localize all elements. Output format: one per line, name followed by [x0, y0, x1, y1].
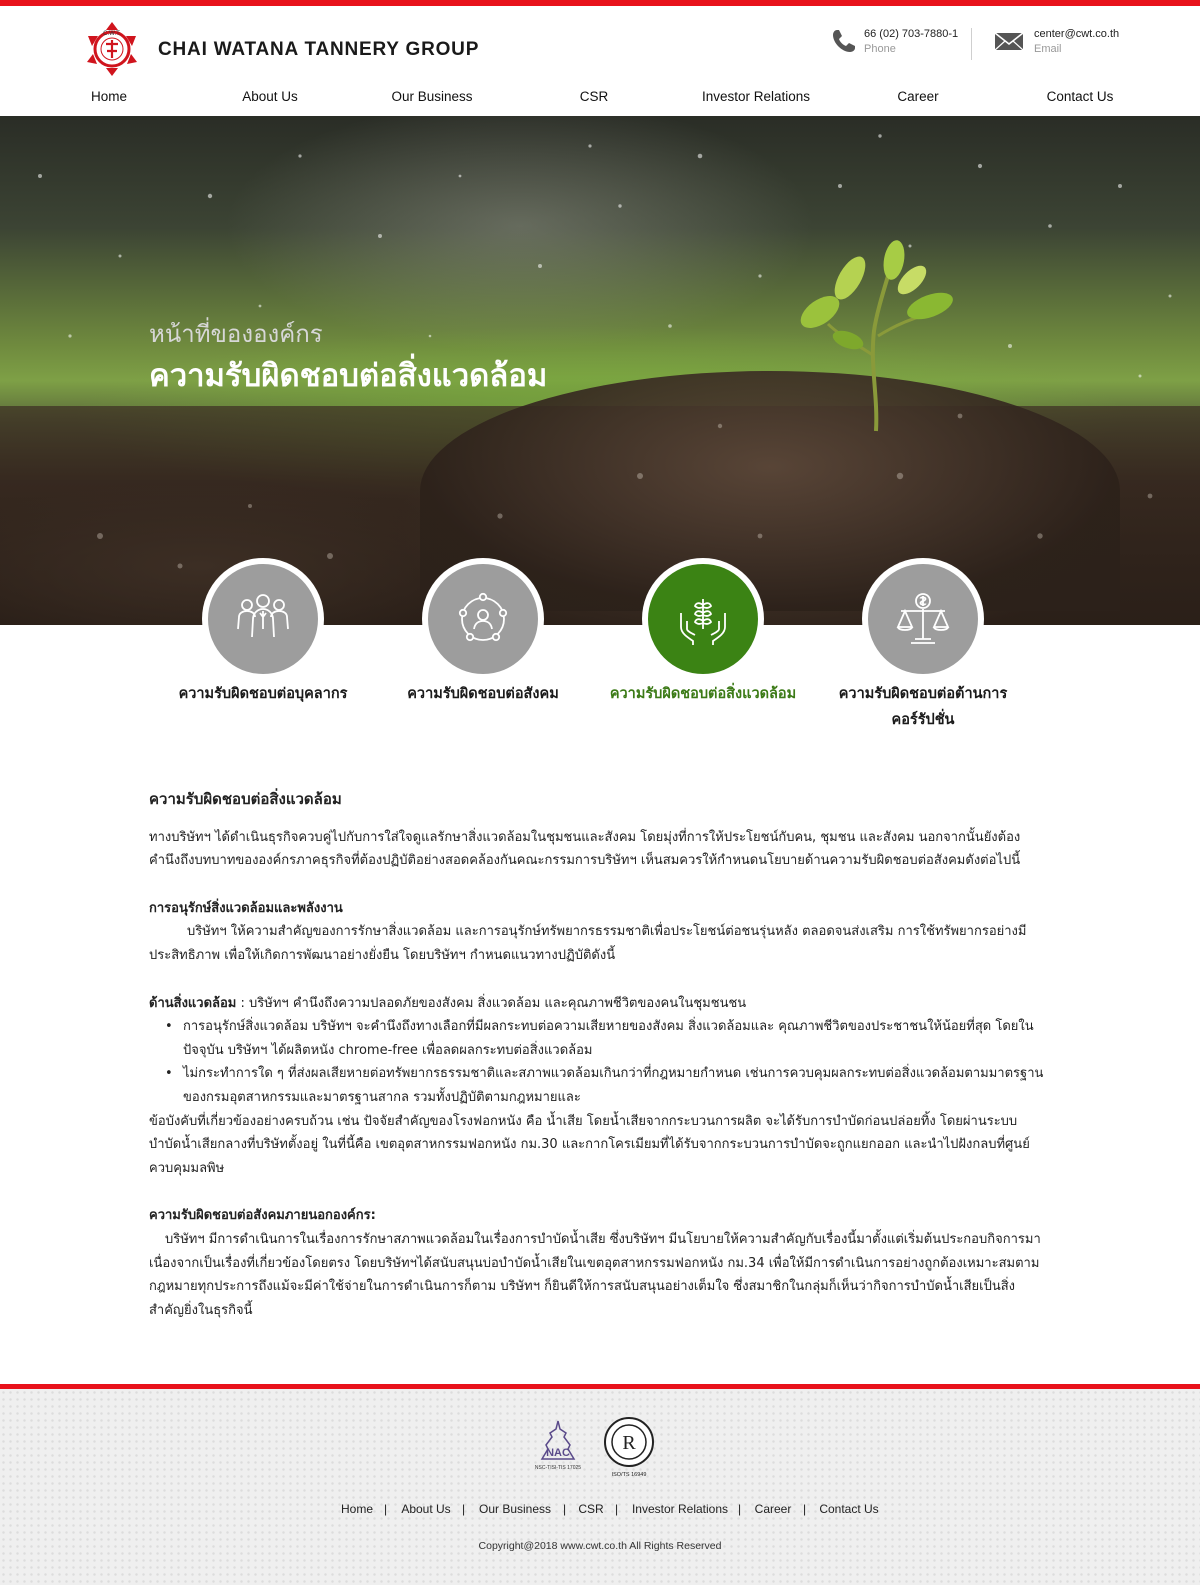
- footer-nav: Home | About Us | Our Business | CSR | I…: [0, 1502, 1200, 1522]
- category-anti-corruption-label[interactable]: ความรับผิดชอบต่อต้านการคอร์รัปชั่น: [813, 681, 1033, 733]
- contact-divider: [971, 28, 972, 60]
- hero-subtitle: หน้าที่ขององค์กร: [149, 320, 323, 348]
- category-society-label[interactable]: ความรับผิดชอบต่อสังคม: [373, 681, 593, 707]
- category-personnel-label[interactable]: ความรับผิดชอบต่อบุคลากร: [153, 681, 373, 707]
- content-heading: ความรับผิดชอบต่อสิ่งแวดล้อม: [149, 790, 342, 808]
- site-footer: NAC NSC-TISI-TIS 17025 R ISO/TS 16949 Ho…: [0, 1384, 1200, 1585]
- footer-link-career[interactable]: Career: [755, 1502, 792, 1516]
- nav-career[interactable]: Career: [897, 89, 938, 104]
- category-society[interactable]: [422, 558, 544, 680]
- nav-contact-us[interactable]: Contact Us: [1047, 89, 1114, 104]
- email-label: Email: [1034, 43, 1062, 55]
- nav-about-us[interactable]: About Us: [242, 89, 298, 104]
- site-header: C.W.T. CHAI WATANA TANNERY GROUP 66 (02)…: [0, 6, 1200, 82]
- section1-title: การอนุรักษ์สิ่งแวดล้อมและพลังงาน: [149, 900, 343, 916]
- svg-text:NSC-TISI-TIS 17025: NSC-TISI-TIS 17025: [535, 1465, 581, 1471]
- category-environment-label[interactable]: ความรับผิดชอบต่อสิ่งแวดล้อม: [593, 681, 813, 707]
- community-network-icon: [458, 592, 508, 642]
- footer-link-csr[interactable]: CSR: [578, 1502, 603, 1516]
- hero-banner: หน้าที่ขององค์กร ความรับผิดชอบต่อสิ่งแวด…: [0, 116, 1200, 625]
- footer-link-about-us[interactable]: About Us: [401, 1502, 450, 1516]
- sprout-image: [800, 240, 953, 432]
- list-item: การอนุรักษ์สิ่งแวดล้อม บริษัทฯ จะคำนึงถึ…: [165, 1015, 1049, 1062]
- phone-label: Phone: [864, 43, 896, 55]
- environment-bullet-list: การอนุรักษ์สิ่งแวดล้อม บริษัทฯ จะคำนึงถึ…: [165, 1015, 1049, 1109]
- svg-text:ISO/TS 16949: ISO/TS 16949: [612, 1472, 647, 1478]
- phone-value: 66 (02) 703-7880-1: [864, 28, 959, 40]
- category-environment[interactable]: [642, 558, 764, 680]
- section3-body: บริษัทฯ มีการดำเนินการในเรื่องการรักษาสภ…: [149, 1231, 1041, 1318]
- footer-separator: |: [563, 1502, 567, 1516]
- category-personnel[interactable]: [202, 558, 324, 680]
- lrqa-certification-badge: R ISO/TS 16949: [604, 1417, 654, 1478]
- people-icon: [237, 594, 289, 638]
- copyright-text: Copyright@2018 www.cwt.co.th All Rights …: [478, 1540, 722, 1552]
- logo-emblem-icon: C.W.T.: [87, 22, 137, 76]
- main-nav: Home About Us Our Business CSR Investor …: [0, 82, 1200, 116]
- nav-home[interactable]: Home: [91, 89, 127, 104]
- email-value: center@cwt.co.th: [1034, 28, 1120, 40]
- category-anti-corruption[interactable]: [862, 558, 984, 680]
- section2-body: : บริษัทฯ คำนึงถึงความปลอดภัยของสังคม สิ…: [236, 995, 747, 1011]
- footer-link-our-business[interactable]: Our Business: [479, 1502, 551, 1516]
- svg-text:R: R: [622, 1432, 636, 1454]
- section2-intro: ด้านสิ่งแวดล้อม : บริษัทฯ คำนึงถึงความปล…: [149, 992, 1049, 1016]
- footer-link-investor-relations[interactable]: Investor Relations: [632, 1502, 728, 1516]
- phone-icon: [833, 30, 855, 52]
- nav-our-business[interactable]: Our Business: [391, 89, 472, 104]
- section2-lead: ด้านสิ่งแวดล้อม: [149, 995, 237, 1011]
- nav-csr[interactable]: CSR: [580, 89, 609, 104]
- footer-separator: |: [384, 1502, 388, 1516]
- footer-separator: |: [615, 1502, 619, 1516]
- list-item: ไม่กระทำการใด ๆ ที่ส่งผลเสียหายต่อทรัพยา…: [165, 1062, 1049, 1109]
- section1-body: บริษัทฯ ให้ความสำคัญของการรักษาสิ่งแวดล้…: [149, 924, 1027, 963]
- svg-text:NAC: NAC: [546, 1447, 570, 1459]
- phone-contact[interactable]: 66 (02) 703-7880-1 Phone: [831, 26, 961, 60]
- section3-title: ความรับผิดชอบต่อสังคมภายนอกองค์กร:: [149, 1208, 376, 1224]
- company-logo[interactable]: C.W.T.: [81, 20, 143, 78]
- hero-title: ความรับผิดชอบต่อสิ่งแวดล้อม: [149, 358, 548, 394]
- email-icon: [994, 32, 1024, 51]
- footer-link-home[interactable]: Home: [341, 1502, 373, 1516]
- footer-separator: |: [803, 1502, 807, 1516]
- footer-separator: |: [462, 1502, 466, 1516]
- intro-paragraph: ทางบริษัทฯ ได้ดำเนินธุรกิจควบคู่ไปกับการ…: [149, 829, 1021, 869]
- footer-link-contact-us[interactable]: Contact Us: [819, 1502, 878, 1516]
- main-content: ความรับผิดชอบต่อสิ่งแวดล้อม ทางบริษัทฯ ไ…: [149, 788, 1049, 1322]
- hands-plant-icon: [680, 599, 726, 645]
- footer-separator: |: [738, 1502, 742, 1516]
- scales-money-icon: [896, 593, 950, 644]
- nav-investor-relations[interactable]: Investor Relations: [702, 89, 810, 104]
- email-contact[interactable]: center@cwt.co.th Email: [994, 26, 1144, 60]
- continuation-paragraph: ข้อบังคับที่เกี่ยวข้องอย่างครบถ้วน เช่น …: [149, 1113, 1030, 1176]
- nac-accreditation-badge: NAC NSC-TISI-TIS 17025: [535, 1420, 581, 1471]
- brand-name[interactable]: CHAI WATANA TANNERY GROUP: [158, 39, 479, 61]
- svg-text:C.W.T.: C.W.T.: [103, 31, 121, 37]
